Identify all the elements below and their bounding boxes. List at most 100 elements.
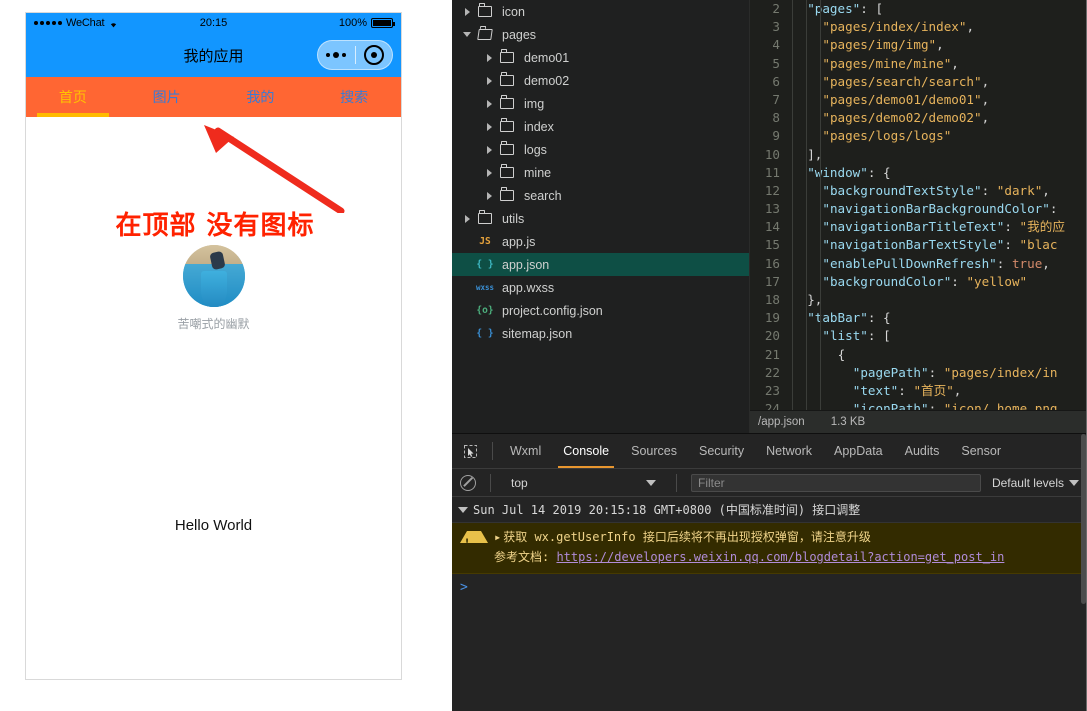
devtools-tab-audits[interactable]: Audits xyxy=(894,434,951,468)
code-line[interactable]: 14 "navigationBarTitleText": "我的应 xyxy=(750,218,1087,236)
code-line[interactable]: 21 { xyxy=(750,346,1087,364)
code-line[interactable]: 5 "pages/mine/mine", xyxy=(750,55,1087,73)
chevron-right-icon[interactable] xyxy=(460,7,474,16)
more-menu-icon[interactable] xyxy=(318,52,355,58)
code-line[interactable]: 10 ], xyxy=(750,146,1087,164)
tree-item-label: pages xyxy=(502,27,537,42)
chevron-right-icon[interactable] xyxy=(460,214,474,223)
clear-console-icon[interactable] xyxy=(460,474,476,491)
code-line[interactable]: 9 "pages/logs/logs" xyxy=(750,127,1087,145)
tree-item-mine[interactable]: mine xyxy=(452,161,749,184)
inspect-element-button[interactable] xyxy=(456,438,484,464)
code-line[interactable]: 15 "navigationBarTextStyle": "blac xyxy=(750,236,1087,254)
tab-home[interactable]: 首页 xyxy=(26,77,120,117)
tree-item-label: project.config.json xyxy=(502,303,603,318)
console-input-prompt[interactable]: > xyxy=(452,574,1087,601)
code-line[interactable]: 7 "pages/demo01/demo01", xyxy=(750,91,1087,109)
group-collapse-icon[interactable] xyxy=(458,506,468,513)
code-line[interactable]: 22 "pagePath": "pages/index/in xyxy=(750,364,1087,382)
console-group-header[interactable]: Sun Jul 14 2019 20:15:18 GMT+0800 (中国标准时… xyxy=(452,497,1087,523)
tree-item-logs[interactable]: logs xyxy=(452,138,749,161)
tree-item-sitemap-json[interactable]: { } sitemap.json xyxy=(452,322,749,345)
devtools-tab-console-label: Console xyxy=(563,444,610,458)
indent-guide xyxy=(806,0,807,411)
tab-mine[interactable]: 我的 xyxy=(214,77,308,117)
warning-expand-icon[interactable]: ▸ xyxy=(494,530,501,544)
chevron-right-icon[interactable] xyxy=(482,53,496,62)
code-line[interactable]: 2 "pages": [ xyxy=(750,0,1087,18)
console-filter-input[interactable] xyxy=(691,473,981,492)
line-number: 8 xyxy=(772,110,780,126)
console-warning-link[interactable]: https://developers.weixin.qq.com/blogdet… xyxy=(556,550,1004,564)
devtools-tab-console[interactable]: Console xyxy=(552,434,620,468)
tree-item-img[interactable]: img xyxy=(452,92,749,115)
devtools-tab-network[interactable]: Network xyxy=(755,434,823,468)
json-file-icon: { } xyxy=(476,328,494,339)
tree-item-demo02[interactable]: demo02 xyxy=(452,69,749,92)
code-line[interactable]: 11 "window": { xyxy=(750,164,1087,182)
devtools-tabbar: Wxml Console Sources Security Network Ap… xyxy=(452,434,1087,469)
devtools-tab-wxml[interactable]: Wxml xyxy=(499,434,552,468)
tree-item-icon[interactable]: icon xyxy=(452,0,749,23)
chevron-right-icon[interactable] xyxy=(482,122,496,131)
tree-item-app-wxss[interactable]: wxss app.wxss xyxy=(452,276,749,299)
tree-item-demo01[interactable]: demo01 xyxy=(452,46,749,69)
chevron-right-icon[interactable] xyxy=(482,76,496,85)
code-line[interactable]: 8 "pages/demo02/demo02", xyxy=(750,109,1087,127)
code-lines-container[interactable]: 2 "pages": [3 "pages/index/index", 4 "pag… xyxy=(750,0,1087,411)
tab-mine-label: 我的 xyxy=(246,89,275,105)
tab-images[interactable]: 图片 xyxy=(120,77,214,117)
tree-item-index[interactable]: index xyxy=(452,115,749,138)
tree-item-label: demo01 xyxy=(524,50,570,65)
hello-world-text: Hello World xyxy=(174,517,253,534)
app-root: WeChat 20:15 100% 我的应用 首页 图片 我的 搜索 在顶部 没… xyxy=(0,0,1087,711)
console-output: Sun Jul 14 2019 20:15:18 GMT+0800 (中国标准时… xyxy=(452,497,1087,601)
code-line[interactable]: 20 "list": [ xyxy=(750,327,1087,345)
carrier-label: WeChat xyxy=(66,17,105,29)
chevron-right-icon[interactable] xyxy=(482,168,496,177)
devtools-panel: Wxml Console Sources Security Network Ap… xyxy=(452,433,1087,711)
code-text: "navigationBarTextStyle": "blac xyxy=(822,237,1058,253)
folder-icon xyxy=(496,187,518,201)
code-line[interactable]: 13 "navigationBarBackgroundColor": xyxy=(750,200,1087,218)
code-line[interactable]: 17 "backgroundColor": "yellow" xyxy=(750,273,1087,291)
code-line[interactable]: 23 "text": "首页", xyxy=(750,382,1087,400)
file-explorer[interactable]: icon pages demo01 demo02 img index logs mine sea… xyxy=(452,0,750,433)
battery-icon xyxy=(371,18,395,28)
code-text: "navigationBarBackgroundColor": xyxy=(822,201,1058,217)
devtools-tab-appdata[interactable]: AppData xyxy=(823,434,894,468)
tab-search[interactable]: 搜索 xyxy=(307,77,401,117)
code-line[interactable]: 16 "enablePullDownRefresh": true, xyxy=(750,255,1087,273)
tree-item-search[interactable]: search xyxy=(452,184,749,207)
chevron-right-icon[interactable] xyxy=(482,191,496,200)
close-target-icon[interactable] xyxy=(356,45,393,65)
code-line[interactable]: 19 "tabBar": { xyxy=(750,309,1087,327)
folder-icon xyxy=(496,72,518,86)
devtools-tab-divider xyxy=(492,442,493,460)
tree-item-project-config-json[interactable]: {o} project.config.json xyxy=(452,299,749,322)
annotation-arrow-icon xyxy=(204,125,345,213)
tree-item-utils[interactable]: utils xyxy=(452,207,749,230)
code-line[interactable]: 3 "pages/index/index", xyxy=(750,18,1087,36)
tree-item-app-json[interactable]: { } app.json xyxy=(452,253,749,276)
console-levels-select[interactable]: Default levels xyxy=(992,476,1079,490)
chevron-right-icon[interactable] xyxy=(482,99,496,108)
code-line[interactable]: 12 "backgroundTextStyle": "dark", xyxy=(750,182,1087,200)
devtools-tab-sources[interactable]: Sources xyxy=(620,434,688,468)
line-number: 20 xyxy=(764,328,780,344)
js-file-icon: JS xyxy=(479,236,491,247)
code-line[interactable]: 4 "pages/img/img", xyxy=(750,36,1087,54)
code-line[interactable]: 6 "pages/search/search", xyxy=(750,73,1087,91)
code-line[interactable]: 18 }, xyxy=(750,291,1087,309)
devtools-tab-sensor[interactable]: Sensor xyxy=(950,434,1012,468)
devtools-tab-security[interactable]: Security xyxy=(688,434,755,468)
chevron-right-icon[interactable] xyxy=(482,145,496,154)
code-editor[interactable]: 2 "pages": [3 "pages/index/index", 4 "pag… xyxy=(750,0,1087,433)
console-context-select[interactable]: top xyxy=(505,476,662,490)
tree-item-pages[interactable]: pages xyxy=(452,23,749,46)
chevron-down-icon[interactable] xyxy=(460,32,474,37)
console-warning-body: ▸ 获取 wx.getUserInfo 接口后续将不再出现授权弹窗，请注意升级 参… xyxy=(494,528,1004,567)
wechat-capsule-button[interactable] xyxy=(317,40,393,70)
tree-item-app-js[interactable]: JS app.js xyxy=(452,230,749,253)
tree-item-label: img xyxy=(524,96,545,111)
